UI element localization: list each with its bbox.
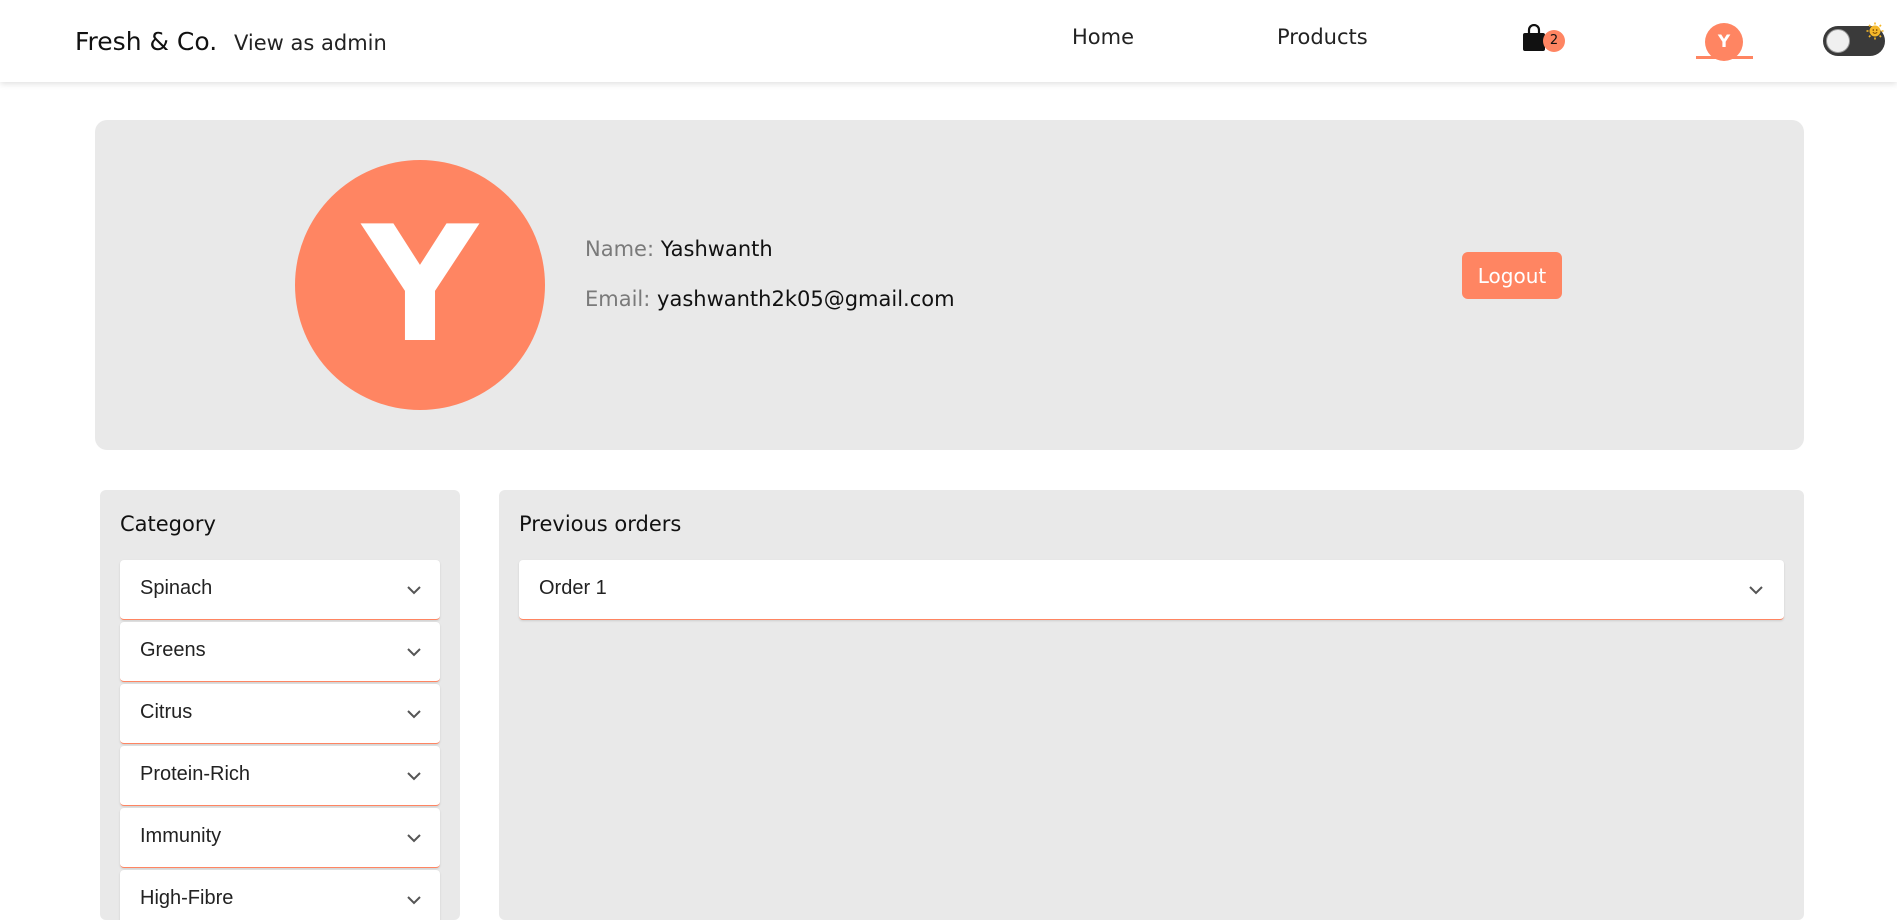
brand-logo[interactable]: Fresh & Co. [75, 27, 217, 56]
toggle-knob [1826, 29, 1850, 53]
profile-card: Y Name: Yashwanth Email: yashwanth2k05@g… [95, 120, 1804, 450]
category-label: Protein-Rich [140, 763, 251, 785]
category-panel: Category Spinach Greens Citrus Protein-R… [100, 490, 460, 920]
category-label: Citrus [140, 701, 193, 723]
category-item-citrus[interactable]: Citrus [120, 684, 440, 744]
top-navbar: Fresh & Co. View as admin Home Products … [0, 0, 1897, 82]
sun-icon [1866, 22, 1884, 40]
profile-name-row: Name: Yashwanth [585, 237, 773, 261]
chevron-down-icon [407, 710, 421, 719]
category-label: Spinach [140, 577, 213, 599]
category-list: Spinach Greens Citrus Protein-Rich Immun… [120, 560, 440, 920]
profile-avatar: Y [295, 160, 545, 410]
chevron-down-icon [407, 834, 421, 843]
orders-title: Previous orders [519, 512, 682, 536]
email-value: yashwanth2k05@gmail.com [657, 287, 955, 311]
chevron-down-icon [1749, 586, 1763, 595]
category-label: Greens [140, 639, 206, 661]
category-item-immunity[interactable]: Immunity [120, 808, 440, 868]
order-item[interactable]: Order 1 [519, 560, 1784, 620]
chevron-down-icon [407, 772, 421, 781]
cart-button[interactable]: 2 [1522, 24, 1565, 54]
name-value: Yashwanth [660, 237, 773, 261]
nav-home-link[interactable]: Home [1072, 25, 1134, 49]
category-item-greens[interactable]: Greens [120, 622, 440, 682]
profile-email-row: Email: yashwanth2k05@gmail.com [585, 287, 955, 311]
nav-products-link[interactable]: Products [1277, 25, 1368, 49]
category-label: High-Fibre [140, 887, 234, 909]
email-label: Email: [585, 287, 651, 311]
category-title: Category [120, 512, 216, 536]
category-item-high-fibre[interactable]: High-Fibre [120, 870, 440, 920]
category-item-spinach[interactable]: Spinach [120, 560, 440, 620]
chevron-down-icon [407, 896, 421, 905]
theme-toggle[interactable] [1823, 22, 1885, 56]
category-label: Immunity [140, 825, 222, 847]
view-as-admin-link[interactable]: View as admin [234, 31, 387, 55]
orders-panel: Previous orders Order 1 [499, 490, 1804, 920]
logout-button[interactable]: Logout [1462, 252, 1562, 299]
category-item-protein-rich[interactable]: Protein-Rich [120, 746, 440, 806]
name-label: Name: [585, 237, 655, 261]
order-label: Order 1 [539, 577, 607, 599]
chevron-down-icon [407, 586, 421, 595]
cart-count-badge: 2 [1543, 30, 1565, 52]
active-nav-underline [1696, 56, 1753, 59]
chevron-down-icon [407, 648, 421, 657]
